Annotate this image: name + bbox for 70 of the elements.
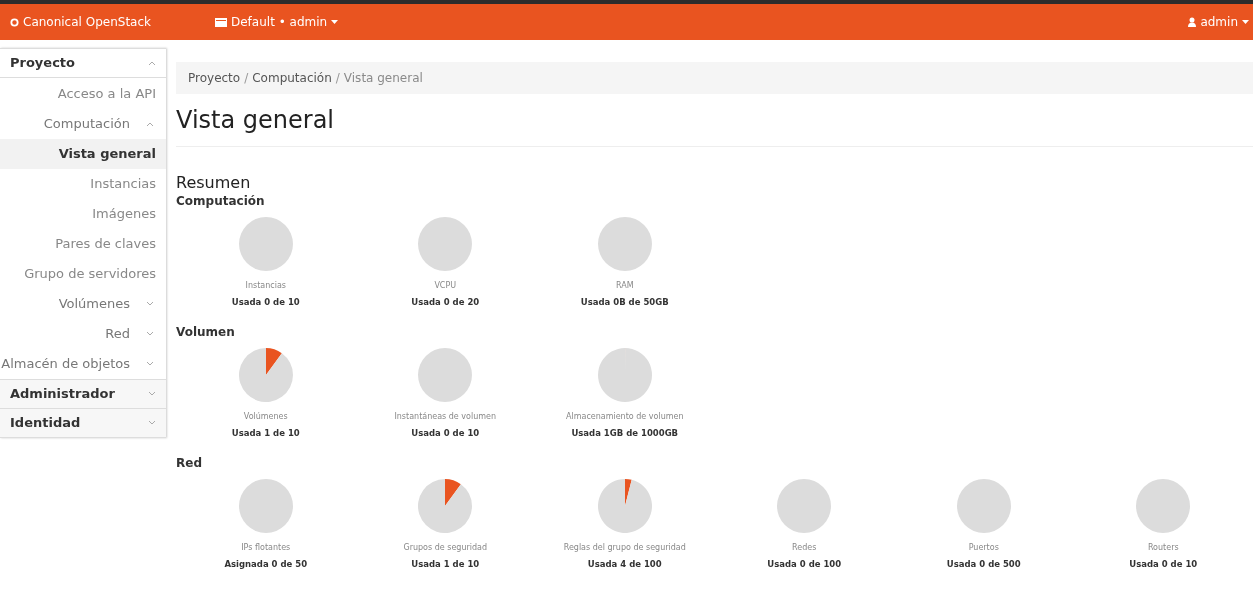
pie-slice <box>1136 479 1191 533</box>
brand-name[interactable]: Canonical OpenStack <box>23 13 151 31</box>
user-icon <box>1188 17 1197 27</box>
quota-label: Instancias <box>245 280 286 292</box>
sidebar-group[interactable]: Volúmenes <box>0 289 166 319</box>
circle-logo-icon <box>10 17 19 27</box>
quota-usage: Usada 4 de 100 <box>587 558 662 570</box>
page-title: Vista general <box>176 105 336 136</box>
pie-slice <box>597 217 652 271</box>
breadcrumb-separator: / <box>244 70 249 87</box>
chevron-down-icon <box>146 361 154 367</box>
sidebar-group[interactable]: Red <box>0 319 166 349</box>
quota-label: IPs flotantes <box>241 542 291 554</box>
quota-usage: Usada 0 de 500 <box>946 558 1021 570</box>
chevron-down-icon <box>148 391 156 397</box>
pie-slice <box>418 348 473 402</box>
sidebar-section[interactable]: Administrador <box>0 380 166 408</box>
section-title: Computación <box>176 193 266 209</box>
pie-slice <box>238 479 293 533</box>
quota-label: Instantáneas de volumen <box>394 411 497 423</box>
summary-title: Resumen <box>176 173 252 193</box>
quota-usage: Usada 1 de 10 <box>411 558 480 570</box>
section-title: Volumen <box>176 324 236 340</box>
quota-usage: Usada 1 de 10 <box>231 427 300 439</box>
sidebar-item[interactable]: Instancias <box>0 169 166 199</box>
chevron-down-icon <box>146 301 154 307</box>
quota-usage: Usada 0 de 10 <box>411 427 480 439</box>
sidebar-item[interactable]: Pares de claves <box>0 229 166 259</box>
user-menu[interactable]: admin <box>1188 13 1249 31</box>
sidebar-group[interactable]: Almacén de objetos <box>0 349 166 379</box>
quota-label: Grupos de seguridad <box>403 542 488 554</box>
card-icon <box>215 17 227 27</box>
pie-slice <box>418 217 473 271</box>
caret-icon <box>331 20 339 24</box>
section-title: Red <box>176 455 203 471</box>
pie-slice <box>238 217 293 271</box>
sidebar-group[interactable]: Computación <box>0 109 166 139</box>
quota-label: RAM <box>615 280 634 292</box>
quota-usage: Usada 0 de 100 <box>767 558 842 570</box>
breadcrumb-link[interactable]: Computación <box>252 69 332 87</box>
breadcrumb-link[interactable]: Proyecto <box>188 69 241 87</box>
breadcrumb-separator: / <box>335 70 340 87</box>
quota-label: Almacenamiento de volumen <box>566 411 684 423</box>
sidebar-item[interactable]: Acceso a la API <box>0 79 166 109</box>
chevron-up-icon <box>148 60 156 66</box>
quota-usage: Usada 1GB de 1000GB <box>571 427 679 439</box>
project-menu[interactable]: Default • admin <box>215 13 339 31</box>
chevron-up-icon <box>146 121 154 127</box>
quota-label: Reglas del grupo de seguridad <box>563 542 686 554</box>
chevron-down-icon <box>148 420 156 426</box>
caret-icon <box>1242 20 1249 24</box>
quota-label: Routers <box>1147 542 1179 554</box>
chevron-down-icon <box>146 331 154 337</box>
quota-usage: Usada 0 de 10 <box>1129 558 1198 570</box>
quota-usage: Usada 0 de 20 <box>411 296 480 308</box>
sidebar-section[interactable]: Identidad <box>0 409 166 437</box>
quota-label: Puertos <box>968 542 999 554</box>
pie-slice <box>777 479 832 533</box>
sidebar-section[interactable]: Proyecto <box>0 49 166 77</box>
quota-usage: Usada 0 de 10 <box>231 296 300 308</box>
quota-usage: Usada 0B de 50GB <box>580 296 669 308</box>
quota-usage: Asignada 0 de 50 <box>224 558 308 570</box>
sidebar-item[interactable]: Grupo de servidores <box>0 259 166 289</box>
quota-label: Redes <box>792 542 817 554</box>
sidebar-item[interactable]: Vista general <box>0 139 166 169</box>
breadcrumb-current: Vista general <box>343 70 423 87</box>
quota-label: Volúmenes <box>243 411 288 423</box>
sidebar-item[interactable]: Imágenes <box>0 199 166 229</box>
quota-label: VCPU <box>434 280 457 292</box>
pie-slice <box>956 479 1011 533</box>
